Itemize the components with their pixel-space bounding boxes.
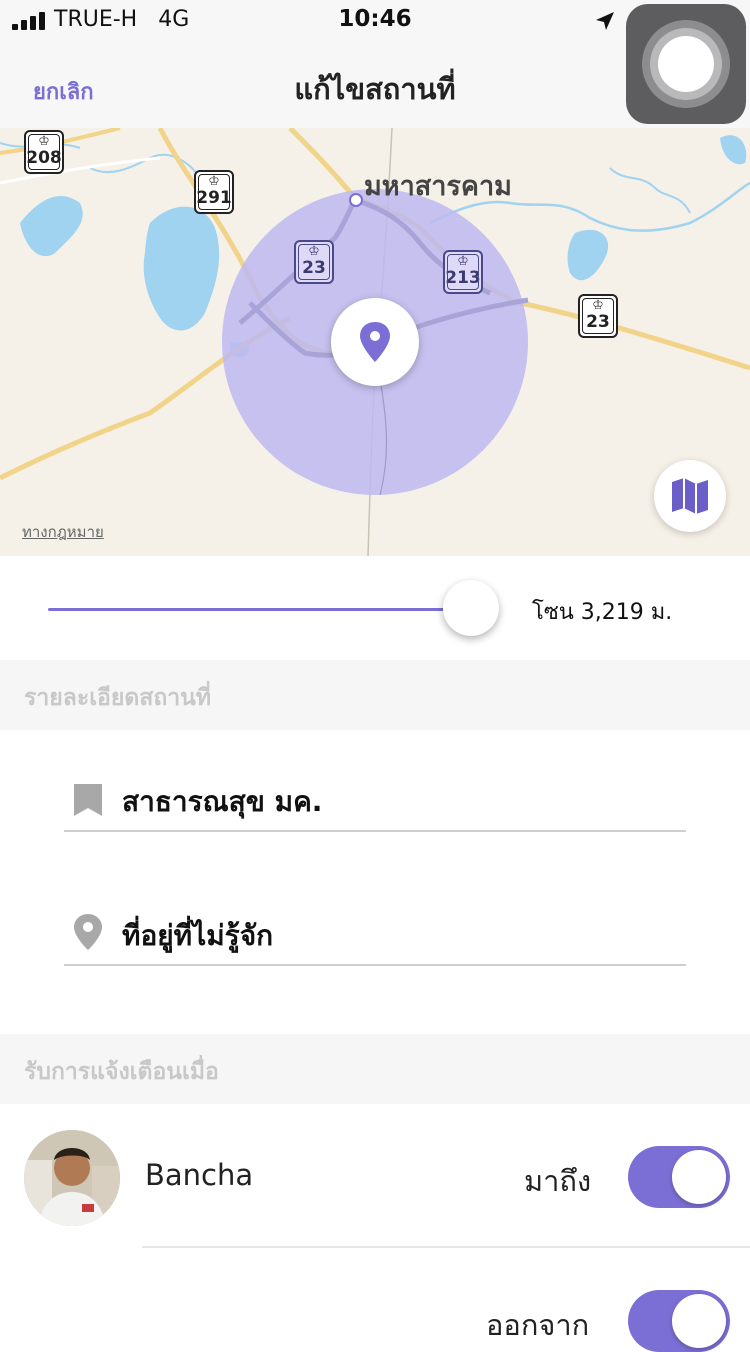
- avatar: [24, 1130, 120, 1226]
- radius-slider-track[interactable]: [48, 608, 468, 611]
- map-fold-icon: [672, 478, 708, 514]
- location-arrow-icon: [596, 12, 614, 30]
- route-shield: ♔ 23: [578, 294, 618, 338]
- row-divider: [142, 1246, 750, 1248]
- place-address-field[interactable]: ที่อยู่ที่ไม่รู้จัก: [64, 898, 686, 966]
- leave-toggle[interactable]: [628, 1290, 730, 1352]
- radius-slider-thumb[interactable]: [443, 580, 499, 636]
- route-shield: ♔ 291: [194, 170, 234, 214]
- arrive-toggle[interactable]: [628, 1146, 730, 1208]
- radius-slider-row: โซน 3,219 ม.: [0, 556, 750, 660]
- place-details-header: รายละเอียดสถานที่: [0, 660, 750, 730]
- map-type-button[interactable]: [654, 460, 726, 532]
- place-name-value: สาธารณสุข มค.: [122, 785, 323, 818]
- location-pin-icon: [74, 914, 102, 950]
- bookmark-icon: [74, 784, 102, 816]
- zone-radius-label: โซน 3,219 ม.: [532, 600, 673, 625]
- place-name-field[interactable]: สาธารณสุข มค.: [64, 764, 686, 832]
- leave-label: ออกจาก: [486, 1308, 590, 1342]
- map-view[interactable]: มหาสารคาม ♔ 208 ♔ 291 ♔ 23 ♔ 213 ♔ 23 ทางกฎหม…: [0, 128, 750, 556]
- notify-header: รับการแจ้งเตือนเมื่อ: [0, 1034, 750, 1104]
- place-address-value: ที่อยู่ที่ไม่รู้จัก: [122, 919, 274, 952]
- user-name: Bancha: [145, 1158, 254, 1192]
- assistive-touch-button[interactable]: [626, 4, 746, 124]
- route-shield: ♔ 23: [294, 240, 334, 284]
- route-shield: ♔ 213: [443, 250, 483, 294]
- arrive-label: มาถึง: [524, 1164, 592, 1198]
- city-label: มหาสารคาม: [364, 171, 512, 202]
- location-pin-icon[interactable]: [331, 298, 419, 386]
- route-shield: ♔ 208: [24, 130, 64, 174]
- legal-link[interactable]: ทางกฎหมาย: [22, 520, 104, 544]
